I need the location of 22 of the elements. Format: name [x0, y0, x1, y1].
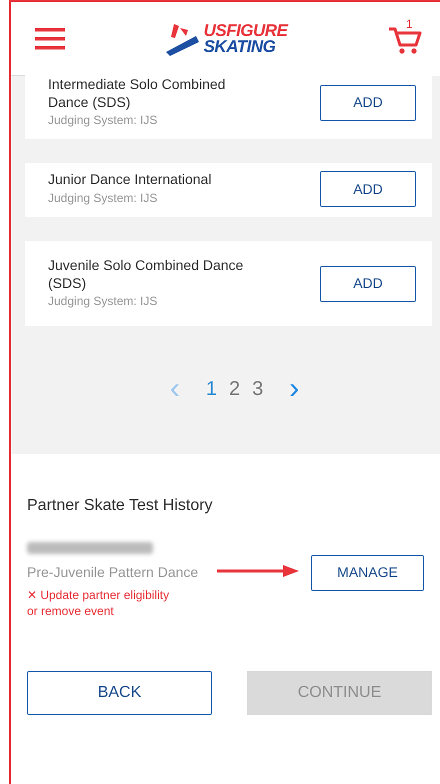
logo-text: USFIGURE SKATING — [204, 23, 288, 54]
next-page-button[interactable]: › — [269, 374, 320, 404]
judging-system: Judging System: IJS — [48, 293, 158, 310]
page-number[interactable]: 1 — [200, 374, 223, 404]
event-name: Intermediate Solo Combined Dance (SDS) — [48, 76, 226, 111]
section-title: Partner Skate Test History — [27, 496, 214, 516]
judging-system: Judging System: IJS — [48, 112, 158, 129]
manage-button[interactable]: MANAGE — [311, 554, 424, 591]
skater-logo-icon — [166, 22, 200, 56]
page-number[interactable]: 2 — [222, 374, 246, 404]
event-name: Junior Dance International — [48, 171, 212, 189]
add-button[interactable]: ADD — [320, 266, 416, 302]
cart-count: 1 — [406, 16, 413, 32]
menu-icon[interactable] — [35, 28, 65, 50]
add-button[interactable]: ADD — [320, 84, 416, 120]
error-message: ✕ Update partner eligibility or remove event — [27, 587, 170, 620]
page-number[interactable]: 3 — [246, 374, 270, 404]
add-button[interactable]: ADD — [320, 171, 416, 207]
judging-system: Judging System: IJS — [48, 190, 158, 207]
back-button[interactable]: BACK — [27, 671, 212, 716]
partner-event: Pre-Juvenile Pattern Dance — [27, 563, 200, 582]
event-name: Juvenile Solo Combined Dance (SDS) — [48, 257, 244, 292]
